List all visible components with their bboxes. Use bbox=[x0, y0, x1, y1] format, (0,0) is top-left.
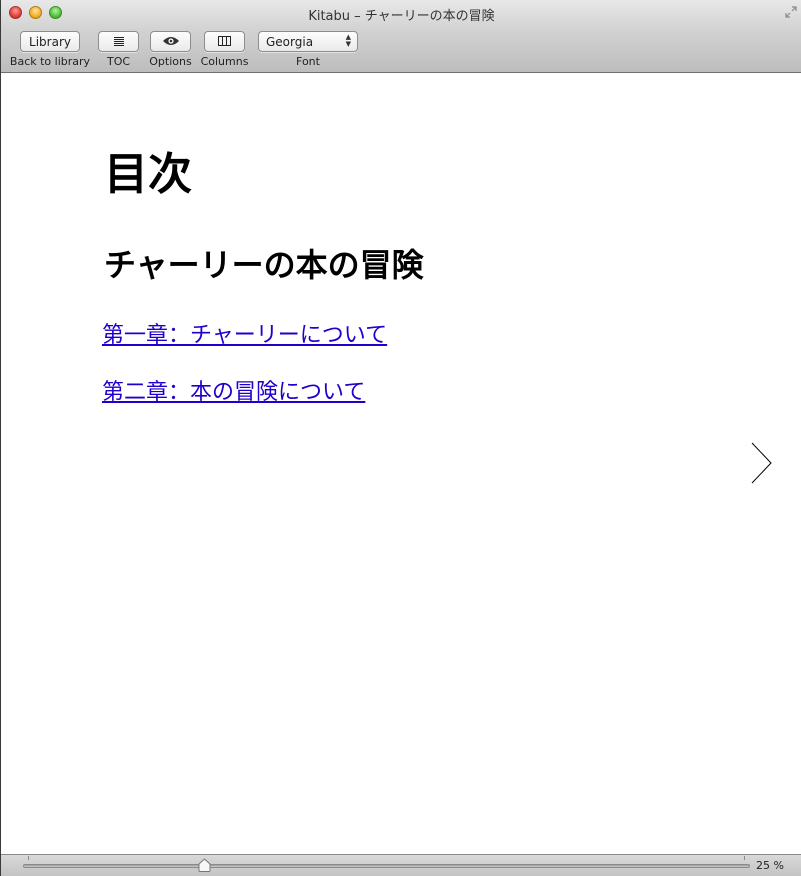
eye-icon bbox=[162, 35, 180, 49]
book-page: 目次 チャーリーの本の冒険 第一章：チャーリーについて 第二章：本の冒険について bbox=[1, 73, 801, 854]
columns-button[interactable] bbox=[204, 31, 245, 52]
columns-label: Columns bbox=[200, 55, 249, 68]
font-label: Font bbox=[296, 55, 320, 68]
library-button[interactable]: Library bbox=[20, 31, 80, 52]
options-label: Options bbox=[149, 55, 192, 68]
options-button[interactable] bbox=[150, 31, 191, 52]
toc-button[interactable] bbox=[98, 31, 139, 52]
chapter-link[interactable]: 第二章：本の冒険について bbox=[102, 378, 365, 408]
slider-tick bbox=[744, 856, 745, 860]
app-window: Kitabu – チャーリーの本の冒険 Library Back to libr… bbox=[0, 0, 801, 876]
title-toolbar: Kitabu – チャーリーの本の冒険 Library Back to libr… bbox=[1, 0, 801, 73]
progress-percent: 25 % bbox=[756, 859, 784, 872]
font-select-value: Georgia bbox=[266, 34, 314, 49]
progress-slider-thumb[interactable] bbox=[198, 858, 211, 872]
chevron-right-icon bbox=[751, 442, 772, 484]
slider-tick bbox=[28, 856, 29, 860]
library-label: Back to library bbox=[9, 55, 91, 68]
list-icon bbox=[113, 35, 125, 49]
columns-icon bbox=[218, 35, 231, 49]
font-select[interactable]: Georgia ▲ ▼ bbox=[258, 31, 358, 52]
window-title: Kitabu – チャーリーの本の冒険 bbox=[308, 9, 495, 24]
toc-heading: 目次 bbox=[104, 149, 192, 200]
updown-arrows-icon: ▲ ▼ bbox=[345, 33, 351, 48]
next-page-button[interactable] bbox=[749, 441, 775, 485]
progress-slider[interactable] bbox=[23, 864, 750, 868]
book-title: チャーリーの本の冒険 bbox=[104, 246, 424, 284]
toc-label: TOC bbox=[106, 55, 131, 68]
status-bar: 25 % bbox=[1, 854, 801, 876]
fullscreen-icon[interactable] bbox=[785, 6, 797, 18]
chapter-link[interactable]: 第一章：チャーリーについて bbox=[102, 321, 387, 351]
